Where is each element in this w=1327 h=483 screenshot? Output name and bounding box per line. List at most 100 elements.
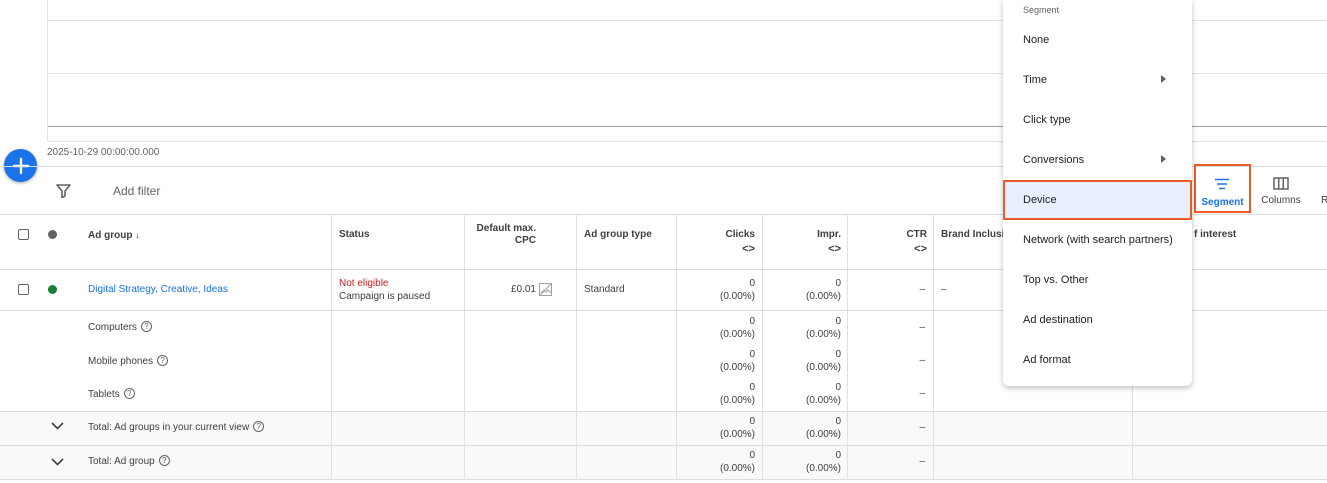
total-label: Total: Ad group [88,456,155,467]
row-border [0,445,1327,446]
ad-group-link[interactable]: Digital Strategy, Creative, Ideas [88,283,228,296]
compare-icon[interactable]: <> [860,243,927,255]
impr-count: 0 [835,416,841,427]
clicks-percent: (0.00%) [719,395,755,406]
columns-icon [1273,177,1289,190]
header-impr[interactable]: Impr. <> [776,229,841,255]
header-default-cpc[interactable]: Default max. CPC [470,223,536,247]
status-dot-header [48,230,57,239]
column-separator [676,214,677,480]
total-label: Total: Ad groups in your current view [88,422,250,433]
ad-group-type-value: Standard [584,284,625,295]
total-clicks: 0 (0.00%) [690,449,755,475]
row-checkbox[interactable] [18,284,29,295]
total-clicks: 0 (0.00%) [690,415,755,441]
segment-label: Tablets [88,389,120,400]
impr-count: 0 [835,316,841,327]
header-brand-inclusion[interactable]: Brand Inclusio [941,229,1010,241]
add-filter-button[interactable]: Add filter [113,184,160,198]
impr-value: 0 (0.00%) [776,277,841,303]
compare-icon[interactable]: <> [690,243,755,255]
total-impr: 0 (0.00%) [776,449,841,475]
filter-icon[interactable] [56,184,71,201]
menu-item-time[interactable]: Time [1003,60,1192,100]
clicks-count: 0 [749,278,755,289]
impr-percent: (0.00%) [805,329,841,340]
columns-label: Columns [1261,195,1301,206]
menu-item-label: Network (with search partners) [1023,234,1173,246]
clicks-percent: (0.00%) [719,291,755,302]
clicks-count: 0 [749,382,755,393]
columns-button[interactable]: Columns [1258,176,1304,212]
row-border [0,479,1327,480]
menu-item-none[interactable]: None [1003,20,1192,60]
header-interest[interactable]: f interest [1194,229,1236,241]
segment-label: Computers [88,322,137,333]
help-icon[interactable]: ? [140,321,152,332]
total-ad-group: Total: Ad group? [88,455,170,468]
header-ad-group-type[interactable]: Ad group type [584,229,652,241]
segment-clicks: 0 (0.00%) [690,381,755,407]
menu-item-ad-format[interactable]: Ad format [1003,340,1192,380]
segment-clicks: 0 (0.00%) [690,315,755,341]
menu-item-label: Click type [1023,114,1071,126]
expand-chevron-icon[interactable] [51,421,64,433]
segment-ctr: – [919,355,925,366]
clicks-count: 0 [749,349,755,360]
impr-count: 0 [835,278,841,289]
header-clicks-label: Clicks [725,229,755,240]
total-current-view: Total: Ad groups in your current view? [88,421,265,434]
header-default-cpc-line1: Default max. [476,223,536,234]
menu-item-device[interactable]: Device [1003,180,1192,220]
header-ad-group-label: Ad group [88,230,133,241]
segment-button[interactable]: Segment [1194,164,1251,213]
chart-timestamp: 2025-10-29 00:00:00.000 [47,147,160,158]
select-all-checkbox[interactable] [18,229,29,240]
total-ctr: – [919,422,925,433]
ctr-value: – [919,284,925,295]
status-dot-enabled [48,285,57,294]
cpc-value[interactable]: £0.01 [500,283,536,296]
clicks-count: 0 [749,316,755,327]
total-impr: 0 (0.00%) [776,415,841,441]
impr-percent: (0.00%) [805,395,841,406]
menu-item-conversions[interactable]: Conversions [1003,140,1192,180]
segment-impr: 0 (0.00%) [776,381,841,407]
help-icon[interactable]: ? [158,455,170,466]
column-separator [331,214,332,480]
menu-item-label: Conversions [1023,154,1085,166]
reports-label[interactable]: R [1321,195,1327,206]
status-not-eligible[interactable]: Not eligible [339,277,388,290]
clicks-percent: (0.00%) [719,329,755,340]
impr-count: 0 [835,450,841,461]
chart-y-axis [47,0,48,142]
clicks-percent: (0.00%) [719,429,755,440]
sort-down-icon[interactable]: ↓ [135,230,140,240]
clicks-count: 0 [749,416,755,427]
menu-item-click-type[interactable]: Click type [1003,100,1192,140]
image-placeholder-icon [539,283,552,299]
header-clicks[interactable]: Clicks <> [690,229,755,255]
menu-item-ad-destination[interactable]: Ad destination [1003,300,1192,340]
help-icon[interactable]: ? [123,388,135,399]
segment-impr: 0 (0.00%) [776,348,841,374]
header-ctr[interactable]: CTR <> [860,229,927,255]
help-icon[interactable]: ? [253,421,265,432]
header-default-cpc-line2: CPC [514,235,536,246]
header-ad-group[interactable]: Ad group ↓ [88,229,140,242]
menu-item-network[interactable]: Network (with search partners) [1003,220,1192,260]
expand-chevron-icon[interactable] [51,457,64,469]
submenu-arrow-icon [1161,75,1166,83]
submenu-arrow-icon [1161,155,1166,163]
impr-percent: (0.00%) [805,429,841,440]
segment-label: Mobile phones [88,356,154,367]
impr-count: 0 [835,382,841,393]
segment-menu: Segment None Time Click type Conversions… [1003,0,1192,386]
menu-item-label: None [1023,34,1050,46]
segment-impr: 0 (0.00%) [776,315,841,341]
impr-percent: (0.00%) [805,291,841,302]
header-status[interactable]: Status [339,229,370,241]
menu-item-top-vs-other[interactable]: Top vs. Other [1003,260,1192,300]
help-icon[interactable]: ? [157,355,169,366]
compare-icon[interactable]: <> [776,243,841,255]
